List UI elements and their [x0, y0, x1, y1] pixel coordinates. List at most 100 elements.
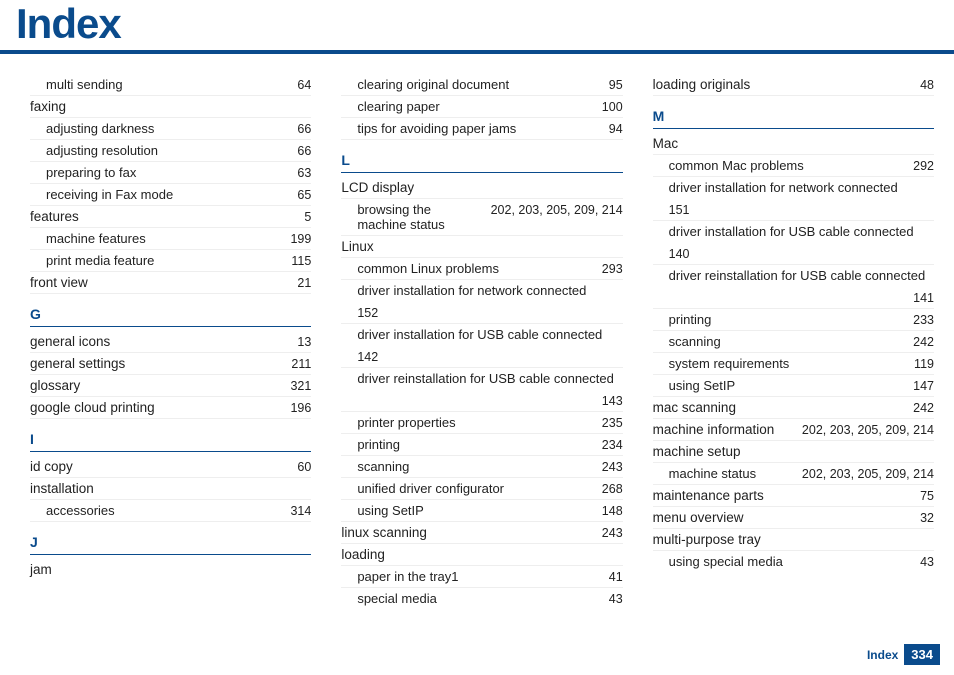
index-subentry[interactable]: driver reinstallation for USB cable conn… [653, 265, 934, 309]
entry-label: driver installation for USB cable connec… [341, 327, 622, 342]
index-subentry[interactable]: receiving in Fax mode65 [30, 184, 311, 206]
entry-pages: 141 [653, 291, 934, 305]
entry-pages: 13 [297, 335, 311, 349]
page-title: Index [16, 0, 954, 48]
index-letter-heading: L [341, 146, 622, 173]
entry-pages: 94 [609, 122, 623, 136]
index-subentry[interactable]: preparing to fax63 [30, 162, 311, 184]
index-entry[interactable]: linux scanning243 [341, 522, 622, 544]
index-subentry[interactable]: driver reinstallation for USB cable conn… [341, 368, 622, 412]
index-subentry[interactable]: printing234 [341, 434, 622, 456]
entry-label: driver reinstallation for USB cable conn… [653, 268, 934, 283]
index-entry[interactable]: installation [30, 478, 311, 500]
index-entry[interactable]: faxing [30, 96, 311, 118]
entry-label: driver installation for network connecte… [653, 180, 934, 195]
entry-label: system requirements [653, 356, 906, 371]
index-letter-heading: M [653, 102, 934, 129]
index-entry[interactable]: front view21 [30, 272, 311, 294]
entry-pages: 211 [291, 357, 311, 371]
entry-pages: 21 [297, 276, 311, 290]
entry-label: mac scanning [653, 400, 905, 415]
index-subentry[interactable]: unified driver configurator 268 [341, 478, 622, 500]
entry-pages: 140 [653, 247, 934, 261]
entry-pages: 147 [913, 379, 934, 393]
index-subentry[interactable]: clearing original document95 [341, 74, 622, 96]
entry-pages: 100 [602, 100, 623, 114]
entry-label: maintenance parts [653, 488, 912, 503]
index-entry[interactable]: id copy60 [30, 456, 311, 478]
index-subentry[interactable]: scanning243 [341, 456, 622, 478]
index-subentry[interactable]: paper in the tray141 [341, 566, 622, 588]
index-subentry[interactable]: scanning242 [653, 331, 934, 353]
index-entry[interactable]: jam [30, 559, 311, 580]
entry-label: multi-purpose tray [653, 532, 934, 547]
index-subentry[interactable]: machine status202, 203, 205, 209, 214 [653, 463, 934, 485]
entry-pages: 119 [914, 357, 934, 371]
index-entry[interactable]: LCD display [341, 177, 622, 199]
index-subentry[interactable]: adjusting darkness66 [30, 118, 311, 140]
index-subentry[interactable]: accessories314 [30, 500, 311, 522]
entry-pages: 32 [920, 511, 934, 525]
index-subentry[interactable]: driver installation for USB cable connec… [341, 324, 622, 368]
index-subentry[interactable]: clearing paper100 [341, 96, 622, 118]
index-entry[interactable]: general icons13 [30, 331, 311, 353]
entry-label: receiving in Fax mode [30, 187, 289, 202]
index-entry[interactable]: multi-purpose tray [653, 529, 934, 551]
index-subentry[interactable]: common Linux problems293 [341, 258, 622, 280]
index-subentry[interactable]: using special media43 [653, 551, 934, 572]
index-entry[interactable]: google cloud printing196 [30, 397, 311, 419]
index-subentry[interactable]: driver installation for network connecte… [653, 177, 934, 221]
index-subentry[interactable]: machine features199 [30, 228, 311, 250]
index-entry[interactable]: mac scanning242 [653, 397, 934, 419]
entry-label: machine features [30, 231, 282, 246]
index-subentry[interactable]: system requirements 119 [653, 353, 934, 375]
entry-pages: 202, 203, 205, 209, 214 [491, 203, 623, 217]
entry-label: loading [341, 547, 622, 562]
index-subentry[interactable]: using SetIP 147 [653, 375, 934, 397]
entry-pages: 43 [609, 592, 623, 606]
index-column-3: loading originals48 M Maccommon Mac proble… [653, 74, 934, 609]
index-subentry[interactable]: print media feature115 [30, 250, 311, 272]
entry-label: printing [653, 312, 905, 327]
index-subentry[interactable]: common Mac problems292 [653, 155, 934, 177]
entry-pages: 60 [297, 460, 311, 474]
index-subentry[interactable]: using SetIP148 [341, 500, 622, 522]
entry-pages: 151 [653, 203, 934, 217]
index-subentry[interactable]: driver installation for network connecte… [341, 280, 622, 324]
index-columns: multi sending64faxingadjusting darkness6… [0, 74, 954, 609]
entry-label: using SetIP [653, 378, 905, 393]
index-letter-heading: G [30, 300, 311, 327]
entry-label: menu overview [653, 510, 912, 525]
index-subentry[interactable]: driver installation for USB cable connec… [653, 221, 934, 265]
index-entry[interactable]: loading originals48 [653, 74, 934, 96]
index-entry[interactable]: machine setup [653, 441, 934, 463]
index-subentry[interactable]: printer properties235 [341, 412, 622, 434]
index-entry[interactable]: machine information202, 203, 205, 209, 2… [653, 419, 934, 441]
entry-pages: 63 [297, 166, 311, 180]
index-entry[interactable]: glossary321 [30, 375, 311, 397]
index-entry[interactable]: features5 [30, 206, 311, 228]
entry-label: special media [341, 591, 600, 606]
entry-label: google cloud printing [30, 400, 282, 415]
index-subentry[interactable]: browsing the machine status202, 203, 205… [341, 199, 622, 236]
entry-pages: 314 [290, 504, 311, 518]
index-subentry[interactable]: multi sending64 [30, 74, 311, 96]
entry-label: using SetIP [341, 503, 593, 518]
entry-pages: 293 [602, 262, 623, 276]
index-entry[interactable]: loading [341, 544, 622, 566]
entry-label: clearing original document [341, 77, 600, 92]
entry-pages: 75 [920, 489, 934, 503]
index-entry[interactable]: Linux [341, 236, 622, 258]
index-subentry[interactable]: tips for avoiding paper jams 94 [341, 118, 622, 140]
entry-label: unified driver configurator [341, 481, 593, 496]
entry-pages: 66 [297, 122, 311, 136]
index-entry[interactable]: general settings211 [30, 353, 311, 375]
entry-label: tips for avoiding paper jams [341, 121, 600, 136]
index-entry[interactable]: Mac [653, 133, 934, 155]
index-subentry[interactable]: adjusting resolution66 [30, 140, 311, 162]
index-entry[interactable]: menu overview 32 [653, 507, 934, 529]
entry-pages: 268 [602, 482, 623, 496]
index-subentry[interactable]: printing233 [653, 309, 934, 331]
index-subentry[interactable]: special media 43 [341, 588, 622, 609]
index-entry[interactable]: maintenance parts 75 [653, 485, 934, 507]
